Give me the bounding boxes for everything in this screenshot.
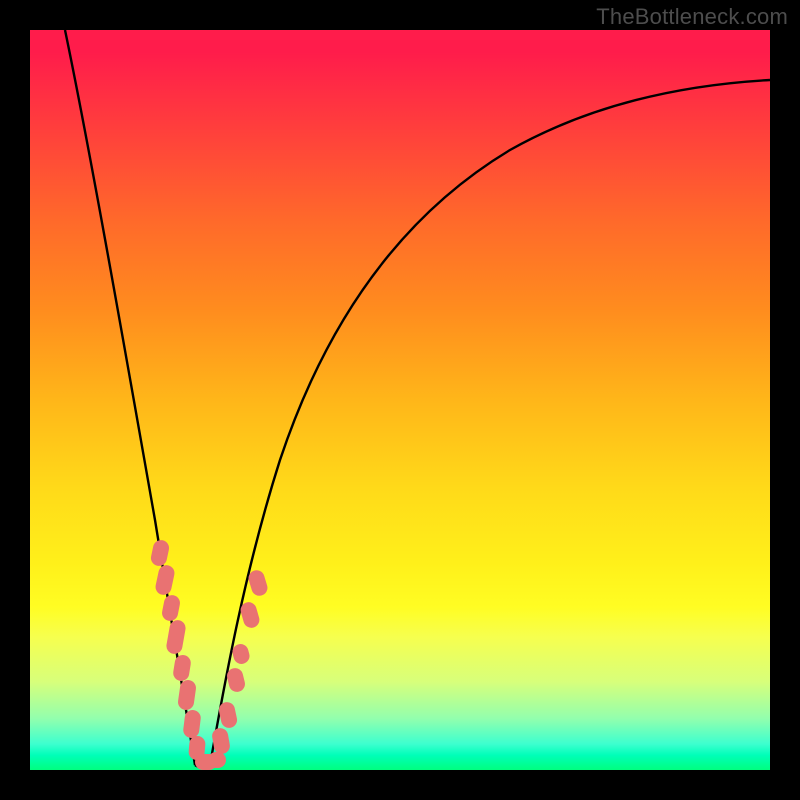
bottleneck-curve xyxy=(30,30,770,770)
chart-frame: TheBottleneck.com xyxy=(0,0,800,800)
marker-cluster-right xyxy=(208,568,269,768)
marker-cluster-left xyxy=(149,539,217,770)
watermark-text: TheBottleneck.com xyxy=(596,4,788,30)
plot-area xyxy=(30,30,770,770)
curve-left xyxy=(65,30,195,765)
curve-right xyxy=(210,80,770,765)
